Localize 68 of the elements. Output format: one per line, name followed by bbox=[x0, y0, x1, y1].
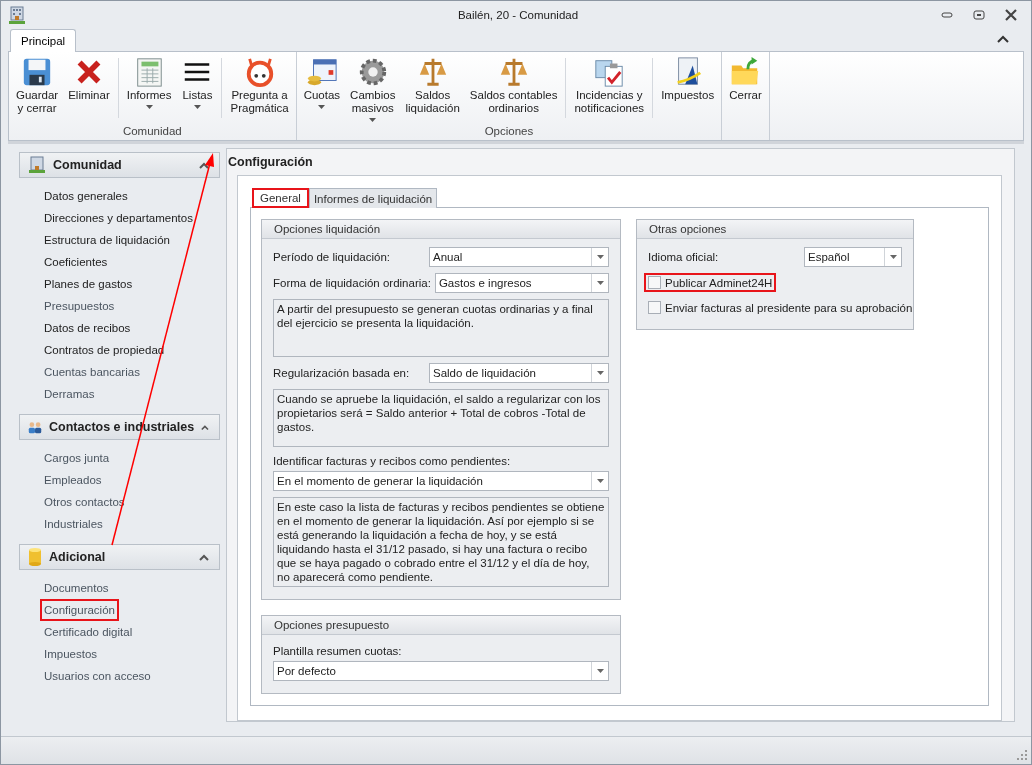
chevron-icon[interactable] bbox=[199, 161, 209, 169]
dropdown-arrow-icon bbox=[596, 479, 604, 484]
dropdown-field[interactable]: Saldo de liquidación bbox=[429, 363, 609, 384]
panel-title: Otras opciones bbox=[637, 220, 913, 240]
panel-title: Opciones presupuesto bbox=[262, 616, 620, 636]
field-label: Regularización basada en: bbox=[273, 367, 411, 380]
ribbon-button[interactable]: Guardar y cerrar bbox=[11, 54, 64, 125]
field-label: Período de liquidación: bbox=[273, 251, 391, 264]
ribbon-group-label: Comunidad bbox=[121, 124, 183, 140]
ribbon-button[interactable]: Cambios masivos bbox=[345, 54, 401, 125]
collapse-ribbon-icon[interactable] bbox=[997, 35, 1009, 44]
field-label: Forma de liquidación ordinaria: bbox=[273, 277, 431, 290]
window-title: Bailén, 20 - Comunidad bbox=[456, 9, 580, 22]
dropdown-arrow-icon bbox=[596, 255, 604, 260]
ribbon-button[interactable]: Saldos contables ordinarios bbox=[464, 54, 563, 125]
ribbon-tab[interactable]: Principal bbox=[10, 29, 77, 53]
dropdown-arrow-icon bbox=[596, 371, 604, 376]
ribbon-button[interactable]: Saldos liquidación bbox=[400, 54, 465, 125]
close-icon[interactable] bbox=[1005, 9, 1017, 22]
dropdown-arrow-icon bbox=[889, 255, 897, 260]
section-header[interactable]: Adicional bbox=[19, 544, 220, 571]
section-header[interactable]: Comunidad bbox=[19, 152, 220, 179]
ribbon-button[interactable]: Informes bbox=[121, 54, 177, 125]
caret-icon bbox=[145, 105, 153, 110]
sidebar-item[interactable]: Coeficientes bbox=[40, 251, 112, 274]
field-label: Plantilla resumen cuotas: bbox=[273, 645, 403, 658]
caret-icon bbox=[318, 105, 326, 110]
dropdown-field[interactable]: Anual bbox=[429, 247, 609, 268]
sidebar-item[interactable]: Datos generales bbox=[40, 185, 132, 208]
building-icon bbox=[9, 6, 25, 25]
cylinder-icon bbox=[28, 548, 42, 567]
field-label: Idioma oficial: bbox=[648, 251, 720, 264]
description-box: En este caso la lista de facturas y recibos pendientes se obtiene en el momento de generar la liquidación. Así por ejemplo si se está generando la liquidación a fecha de hoy, y se está liquidando hasta el 31/12 pasado, si hay una factura o recibo que se haya pagado o cobrado entre el 31/12 y el día de hoy, no aparecerá como pendiente. bbox=[273, 497, 609, 588]
page-title: Configuración bbox=[227, 154, 314, 172]
dropdown-arrow-icon bbox=[596, 281, 604, 286]
dropdown-field[interactable]: Gastos e ingresos bbox=[434, 273, 609, 294]
chevron-icon[interactable] bbox=[199, 553, 209, 561]
dropdown-field[interactable]: En el momento de generar la liquidación bbox=[273, 471, 609, 492]
ribbon-button[interactable]: Impuestos bbox=[656, 54, 720, 125]
sidebar-item[interactable]: Estructura de liquidación bbox=[40, 229, 174, 252]
sidebar-item[interactable]: Planes de gastos bbox=[40, 273, 137, 296]
dropdown-arrow-icon bbox=[596, 669, 604, 674]
ribbon-group-label: Opciones bbox=[483, 124, 535, 140]
ribbon-button[interactable]: Listas bbox=[176, 54, 219, 125]
description-box: A partir del presupuesto se generan cuotas ordinarias y a final del ejercicio se presenta la liquidación. bbox=[273, 299, 609, 358]
building-icon bbox=[28, 156, 46, 175]
ribbon-button[interactable]: Pregunta a Pragmática bbox=[225, 54, 294, 125]
caret-icon bbox=[369, 118, 377, 123]
ribbon-button[interactable]: Eliminar bbox=[63, 54, 115, 125]
tab[interactable]: Informes de liquidación bbox=[308, 188, 438, 209]
minimize-icon[interactable] bbox=[941, 12, 953, 19]
sidebar-item[interactable]: Direcciones y departamentos bbox=[40, 207, 197, 230]
caret-icon bbox=[194, 105, 201, 110]
tab[interactable]: General bbox=[252, 188, 309, 209]
ribbon-button[interactable]: Cerrar bbox=[724, 54, 767, 141]
ribbon-button[interactable]: Cuotas bbox=[298, 54, 346, 125]
dropdown-field[interactable]: Por defecto bbox=[273, 661, 609, 682]
field-label: Identificar facturas y recibos como pendientes: bbox=[273, 455, 512, 468]
checkbox[interactable]: Enviar facturas al presidente para su aprobación bbox=[644, 298, 917, 318]
maximize-icon[interactable] bbox=[973, 10, 985, 21]
panel-title: Opciones liquidación bbox=[262, 220, 620, 240]
ribbon-button[interactable]: Incidencias y notificaciones bbox=[569, 54, 650, 125]
description-box: Cuando se apruebe la liquidación, el saldo a regularizar con los propietarios será = Saldo anterior + Total de cobros -Total de gastos. bbox=[273, 389, 609, 448]
dropdown-field[interactable]: Español bbox=[804, 247, 902, 268]
chevron-icon[interactable] bbox=[201, 423, 209, 431]
checkbox[interactable]: Publicar Adminet24H bbox=[644, 273, 777, 293]
sidebar-item[interactable]: Datos de recibos bbox=[40, 317, 135, 340]
resize-grip-icon[interactable] bbox=[1017, 750, 1027, 760]
